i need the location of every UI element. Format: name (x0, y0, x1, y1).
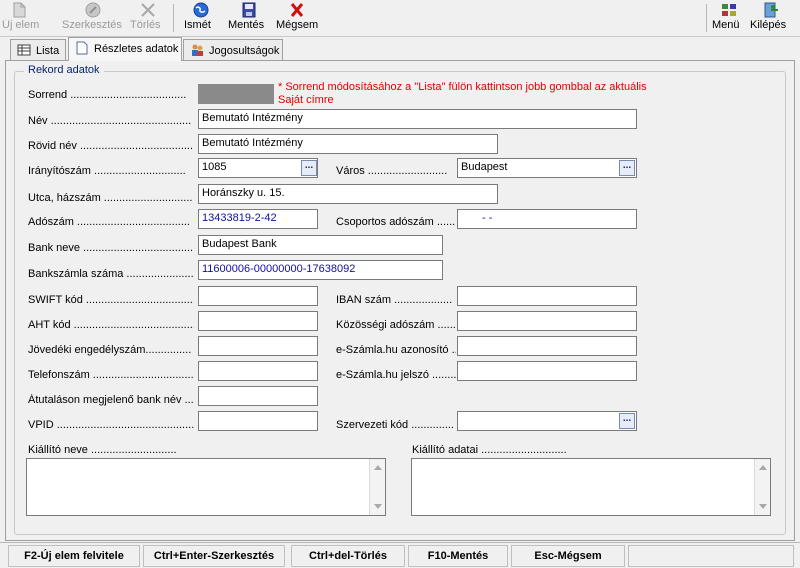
tax-number-input[interactable]: 13433819-2-42 (198, 209, 318, 229)
issuer-data-memo[interactable] (411, 458, 771, 516)
new-document-icon (13, 2, 26, 18)
label-phone: Telefonszám ............................… (28, 369, 194, 381)
label-bank-account: Bankszámla száma ...................... (28, 268, 194, 280)
label-vpid: VPID ...................................… (28, 419, 194, 431)
order-note-line2: Saját címre (278, 94, 334, 106)
bank-account-input[interactable]: 11600006-00000000-17638092 (198, 260, 443, 280)
new-item-button[interactable]: Új elem (2, 1, 39, 35)
document-icon (76, 41, 88, 55)
label-iban: IBAN szám ................... (336, 294, 453, 306)
label-issuer-data: Kiállító adatai ........................… (412, 444, 567, 456)
scroll-up-arrow-icon[interactable] (759, 465, 767, 470)
group-title: Rekord adatok (24, 64, 104, 76)
label-city: Város .......................... (336, 165, 448, 177)
transfer-bank-name-input[interactable] (198, 386, 318, 406)
globe-refresh-icon (193, 2, 209, 18)
label-street: Utca, házszám ..........................… (28, 192, 193, 204)
exit-door-icon (764, 2, 778, 18)
tab-bar: Lista Részletes adatok Jogosultságok (0, 37, 800, 61)
city-lookup-button[interactable]: ... (619, 160, 635, 176)
issuer-name-scrollbar[interactable] (369, 459, 385, 515)
users-icon (192, 44, 203, 56)
label-tax-number: Adószám ................................… (28, 216, 190, 228)
cancel-button[interactable]: Mégsem (276, 1, 318, 35)
order-note-line1: * Sorrend módosításához a "Lista" fülön … (278, 81, 647, 93)
label-issuer-name: Kiállító neve ..........................… (28, 444, 177, 456)
label-group-tax: Csoportos adószám ....... (336, 216, 456, 228)
floppy-disk-icon (242, 2, 256, 18)
label-short-name: Rövid név ..............................… (28, 140, 194, 152)
issuer-data-scrollbar[interactable] (754, 459, 770, 515)
label-bank-name: Bank neve ..............................… (28, 242, 194, 254)
community-tax-input[interactable] (457, 311, 637, 331)
status-new-hint: F2-Új elem felvitele (8, 545, 140, 567)
org-code-lookup-button[interactable]: ... (619, 413, 635, 429)
table-icon (17, 44, 31, 56)
status-save-hint: F10-Mentés (408, 545, 508, 567)
street-input[interactable]: Horánszky u. 15. (198, 184, 498, 204)
label-community-tax: Közösségi adószám ......... (336, 319, 456, 331)
zip-lookup-button[interactable]: ... (301, 160, 317, 176)
status-bar: F2-Új elem felvitele Ctrl+Enter-Szerkesz… (0, 542, 800, 568)
tab-details[interactable]: Részletes adatok (68, 37, 182, 61)
label-swift: SWIFT kód ..............................… (28, 294, 194, 306)
label-einvoice-password: e-Számla.hu jelszó .......... (336, 369, 456, 381)
tab-list[interactable]: Lista (10, 39, 66, 60)
einvoice-password-input[interactable] (457, 361, 637, 381)
aht-input[interactable] (198, 311, 318, 331)
toolbar-separator (173, 4, 174, 32)
toolbar-separator (706, 4, 707, 32)
status-cancel-hint: Esc-Mégsem (511, 545, 625, 567)
issuer-name-memo[interactable] (26, 458, 386, 516)
short-name-input[interactable]: Bemutató Intézmény (198, 134, 498, 154)
label-excise: Jövedéki engedélyszám............... (28, 344, 192, 356)
name-input[interactable]: Bemutató Intézmény (198, 109, 637, 129)
zip-input[interactable]: 1085 (198, 158, 318, 178)
save-button[interactable]: Mentés (228, 1, 270, 35)
delete-x-icon (141, 3, 155, 17)
scroll-up-arrow-icon[interactable] (374, 465, 382, 470)
red-x-icon (290, 3, 304, 17)
delete-button[interactable]: Törlés (130, 1, 166, 35)
toolbar: Új elem Szerkesztés Törlés Ismét Mentés … (0, 0, 800, 37)
vpid-input[interactable] (198, 411, 318, 431)
city-input[interactable]: Budapest (457, 158, 637, 178)
label-einvoice-id: e-Számla.hu azonosító .... (336, 344, 456, 356)
tab-permissions[interactable]: Jogosultságok (183, 39, 283, 60)
label-aht: AHT kód ................................… (28, 319, 194, 331)
status-delete-hint: Ctrl+del-Törlés (291, 545, 405, 567)
label-zip: Irányítószám ...........................… (28, 165, 186, 177)
menu-grid-icon (722, 4, 736, 16)
phone-input[interactable] (198, 361, 318, 381)
org-code-input[interactable] (457, 411, 637, 431)
label-name: Név ....................................… (28, 115, 192, 127)
status-empty-cell (628, 545, 794, 567)
bank-name-input[interactable]: Budapest Bank (198, 235, 443, 255)
order-field (198, 84, 274, 104)
iban-input[interactable] (457, 286, 637, 306)
exit-button[interactable]: Kilépés (750, 1, 792, 35)
excise-input[interactable] (198, 336, 318, 356)
group-tax-input[interactable]: - - (457, 209, 637, 229)
scroll-down-arrow-icon[interactable] (759, 504, 767, 509)
edit-icon (85, 2, 101, 18)
einvoice-id-input[interactable] (457, 336, 637, 356)
label-org-code: Szervezeti kód .............. (336, 419, 454, 431)
label-transfer-bank-name: Átutaláson megjelenő bank név .... (28, 394, 194, 406)
status-edit-hint: Ctrl+Enter-Szerkesztés (143, 545, 285, 567)
scroll-down-arrow-icon[interactable] (374, 504, 382, 509)
swift-input[interactable] (198, 286, 318, 306)
edit-button[interactable]: Szerkesztés (62, 1, 124, 35)
refresh-button[interactable]: Ismét (184, 1, 218, 35)
label-order: Sorrend ................................… (28, 89, 187, 101)
menu-button[interactable]: Menü (712, 1, 746, 35)
